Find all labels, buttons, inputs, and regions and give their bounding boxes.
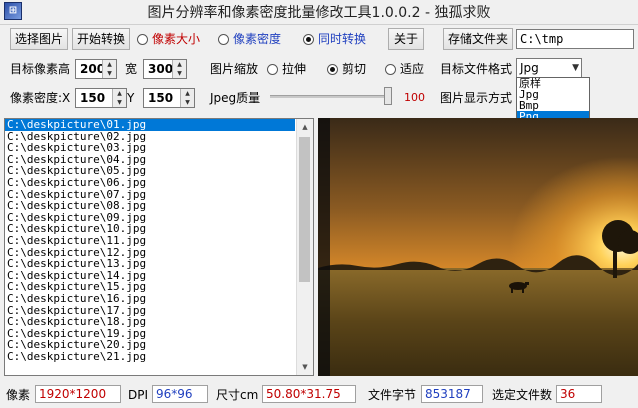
density-y-label: Y (127, 91, 135, 105)
about-button[interactable]: 关于 (388, 28, 424, 50)
status-bar: 像素 1920*1200 DPI 96*96 尺寸cm 50.80*31.75 … (0, 381, 638, 408)
target-height-label: 目标像素高 (10, 62, 71, 76)
jpeg-quality-value: 100 (404, 91, 425, 104)
spin-down-icon[interactable]: ▼ (173, 69, 186, 78)
width-label: 宽 (125, 62, 138, 76)
save-folder-button[interactable]: 存储文件夹 (443, 28, 513, 50)
radio-fit[interactable]: 适应 (385, 60, 424, 78)
pixels-label: 像素 (6, 388, 31, 402)
radio-crop-indicator (327, 64, 338, 75)
radio-pixel-size-indicator (137, 34, 148, 45)
density-y-spinner[interactable]: 150 ▲ ▼ (143, 88, 195, 108)
size-value: 50.80*31.75 (262, 385, 356, 403)
dpi-label: DPI (128, 388, 149, 402)
window-title: 图片分辨率和像素密度批量修改工具1.0.0.2 - 独孤求败 (147, 5, 491, 21)
spin-up-icon[interactable]: ▲ (113, 89, 126, 98)
sunset-field-image (318, 118, 638, 376)
scroll-up-icon[interactable]: ▲ (297, 119, 313, 135)
chevron-down-icon[interactable]: ▼ (572, 59, 579, 77)
jpeg-quality-slider-track[interactable] (270, 95, 390, 98)
list-item[interactable]: C:\deskpicture\18.jpg (5, 316, 295, 328)
radio-fit-indicator (385, 64, 396, 75)
size-label: 尺寸cm (216, 388, 259, 402)
radio-pixel-density-label: 像素密度 (233, 32, 282, 46)
jpeg-quality-slider-thumb[interactable] (384, 87, 392, 105)
density-x-value: 150 (80, 91, 106, 105)
radio-crop-label: 剪切 (342, 62, 367, 76)
radio-pixel-density[interactable]: 像素密度 (218, 30, 281, 48)
radio-pixel-density-indicator (218, 34, 229, 45)
spin-down-icon[interactable]: ▼ (103, 69, 116, 78)
target-height-value: 200 (80, 62, 106, 76)
pixels-value: 1920*1200 (35, 385, 121, 403)
format-label: 目标文件格式 (440, 62, 513, 76)
spin-down-icon[interactable]: ▼ (113, 98, 126, 107)
jpeg-quality-label: Jpeg质量 (210, 91, 261, 105)
scrollbar-thumb[interactable] (299, 137, 310, 282)
save-path-field[interactable]: C:\tmp (516, 29, 634, 49)
list-item[interactable]: C:\deskpicture\01.jpg (5, 119, 295, 131)
dpi-value: 96*96 (152, 385, 208, 403)
radio-crop[interactable]: 剪切 (327, 60, 366, 78)
radio-both-convert-indicator (303, 34, 314, 45)
image-preview (318, 118, 638, 376)
list-item[interactable]: C:\deskpicture\08.jpg (5, 200, 295, 212)
list-item[interactable]: C:\deskpicture\13.jpg (5, 258, 295, 270)
radio-both-convert[interactable]: 同时转换 (303, 30, 366, 48)
radio-pixel-size[interactable]: 像素大小 (137, 30, 200, 48)
radio-both-convert-label: 同时转换 (318, 32, 367, 46)
spin-up-icon[interactable]: ▲ (181, 89, 194, 98)
target-height-arrows[interactable]: ▲ ▼ (102, 60, 116, 78)
spin-up-icon[interactable]: ▲ (103, 60, 116, 69)
selected-count-label: 选定文件数 (492, 388, 553, 402)
density-x-spinner[interactable]: 150 ▲ ▼ (75, 88, 127, 108)
width-spinner[interactable]: 300 ▲ ▼ (143, 59, 187, 79)
spin-up-icon[interactable]: ▲ (173, 60, 186, 69)
list-item[interactable]: C:\deskpicture\21.jpg (5, 351, 295, 363)
file-list-scrollbar[interactable]: ▲ ▼ (296, 119, 313, 375)
format-select-value: Jpg (520, 61, 539, 75)
scale-label: 图片缩放 (210, 62, 259, 76)
radio-stretch[interactable]: 拉伸 (267, 60, 306, 78)
list-item[interactable]: C:\deskpicture\11.jpg (5, 235, 295, 247)
radio-stretch-indicator (267, 64, 278, 75)
density-x-arrows[interactable]: ▲ ▼ (112, 89, 126, 107)
bytes-value: 853187 (421, 385, 483, 403)
list-item[interactable]: C:\deskpicture\16.jpg (5, 293, 295, 305)
file-list-rows: C:\deskpicture\01.jpg C:\deskpicture\02.j… (5, 119, 313, 362)
spin-down-icon[interactable]: ▼ (181, 98, 194, 107)
title-bar: ⊞ 图片分辨率和像素密度批量修改工具1.0.0.2 - 独孤求败 (0, 0, 638, 25)
density-x-label: 像素密度:X (10, 91, 71, 105)
select-images-button[interactable]: 选择图片 (10, 28, 68, 50)
radio-stretch-label: 拉伸 (282, 62, 307, 76)
width-arrows[interactable]: ▲ ▼ (172, 60, 186, 78)
density-y-arrows[interactable]: ▲ ▼ (180, 89, 194, 107)
radio-pixel-size-label: 像素大小 (152, 32, 201, 46)
density-y-value: 150 (148, 91, 174, 105)
bytes-label: 文件字节 (368, 388, 417, 402)
list-item[interactable]: C:\deskpicture\06.jpg (5, 177, 295, 189)
file-list[interactable]: C:\deskpicture\01.jpg C:\deskpicture\02.j… (4, 118, 314, 376)
start-convert-button[interactable]: 开始转换 (72, 28, 130, 50)
format-select[interactable]: Jpg ▼ (516, 58, 582, 78)
target-height-spinner[interactable]: 200 ▲ ▼ (75, 59, 117, 79)
width-value: 300 (148, 62, 174, 76)
scroll-down-icon[interactable]: ▼ (297, 359, 313, 375)
radio-fit-label: 适应 (400, 62, 425, 76)
display-mode-label: 图片显示方式 (440, 91, 513, 105)
selected-count-value: 36 (556, 385, 602, 403)
